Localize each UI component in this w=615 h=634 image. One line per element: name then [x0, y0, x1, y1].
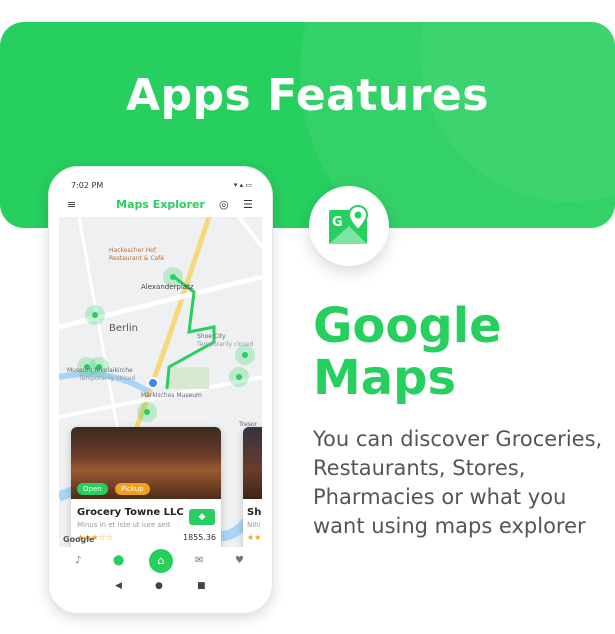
map-label: Märkisches Museum — [141, 392, 202, 399]
heart-icon[interactable]: ♥ — [235, 555, 244, 566]
directions-icon: ◆ — [198, 512, 206, 522]
back-icon[interactable]: ◀ — [115, 581, 122, 591]
status-bar: 7:02 PM ▾ ▴ ▭ — [59, 179, 262, 191]
map-pin-icon[interactable]: ⬤ — [113, 555, 124, 566]
store-name: Grocery Towne LLC — [77, 507, 184, 518]
store-card[interactable]: Open Pickup Grocery Towne LLC Minus in e… — [71, 427, 221, 547]
store-card[interactable]: She Nihi ★★ — [243, 427, 262, 547]
status-time: 7:02 PM — [71, 181, 104, 190]
map-marker[interactable] — [235, 345, 255, 365]
map-city-label: Berlin — [109, 323, 139, 334]
feature-title: Google Maps — [313, 298, 502, 406]
map-marker[interactable] — [137, 402, 157, 422]
app-title: Maps Explorer — [116, 198, 205, 211]
svg-text:G: G — [332, 215, 343, 230]
current-location-dot — [147, 377, 159, 389]
feature-description: You can discover Groceries, Restaurants,… — [313, 427, 603, 538]
inbox-icon[interactable]: ✉ — [195, 555, 203, 566]
phone-screen: 7:02 PM ▾ ▴ ▭ ≡ Maps Explorer ◎ ☰ Hackes… — [59, 179, 262, 599]
directions-button[interactable]: ◆ — [189, 509, 215, 525]
locate-icon[interactable]: ◎ — [219, 198, 229, 211]
map-label: Shoe City — [197, 333, 226, 340]
pickup-badge: Pickup — [115, 483, 150, 495]
page-title: Apps Features — [126, 70, 489, 121]
recents-icon[interactable]: ■ — [197, 581, 206, 591]
store-distance: 1855.36 — [183, 533, 217, 542]
map-label: Museum Nikolaikirche — [67, 367, 133, 374]
map-label: Alexanderplatz — [141, 283, 194, 291]
home-button[interactable]: ⌂ — [149, 549, 173, 573]
google-maps-icon: G — [329, 204, 369, 244]
home-nav-icon[interactable]: ● — [155, 581, 163, 591]
store-subtitle: Minus in et iste ut iure sed — [77, 521, 170, 529]
app-bar: ≡ Maps Explorer ◎ ☰ — [59, 191, 262, 218]
status-icons: ▾ ▴ ▭ — [233, 181, 252, 189]
google-maps-badge: G — [309, 186, 389, 266]
map-marker[interactable] — [85, 305, 105, 325]
filter-icon[interactable]: ☰ — [243, 198, 253, 211]
home-icon: ⌂ — [157, 554, 165, 567]
store-name: She — [247, 507, 262, 518]
phone-mockup: 7:02 PM ▾ ▴ ▭ ≡ Maps Explorer ◎ ☰ Hackes… — [48, 166, 273, 614]
system-nav: ◀ ● ■ — [59, 577, 262, 599]
map-label: Restaurant & Café — [109, 255, 165, 262]
map-marker[interactable] — [229, 367, 249, 387]
store-photo — [243, 427, 262, 499]
bell-icon[interactable]: ♪ — [75, 555, 81, 566]
map-label: Temporarily closed — [197, 341, 254, 348]
map-label: Hackescher Hof — [109, 247, 157, 254]
open-badge: Open — [77, 483, 108, 495]
store-subtitle: Nihi — [247, 521, 261, 529]
map-view[interactable]: Hackescher Hof Restaurant & Café Alexand… — [59, 217, 262, 547]
map-label: Temporarily closed — [79, 375, 136, 382]
bottom-nav: ♪ ⬤ ⌂ ✉ ♥ — [59, 547, 262, 577]
google-attribution: Google — [63, 535, 95, 544]
store-rating: ★★ — [247, 533, 262, 542]
